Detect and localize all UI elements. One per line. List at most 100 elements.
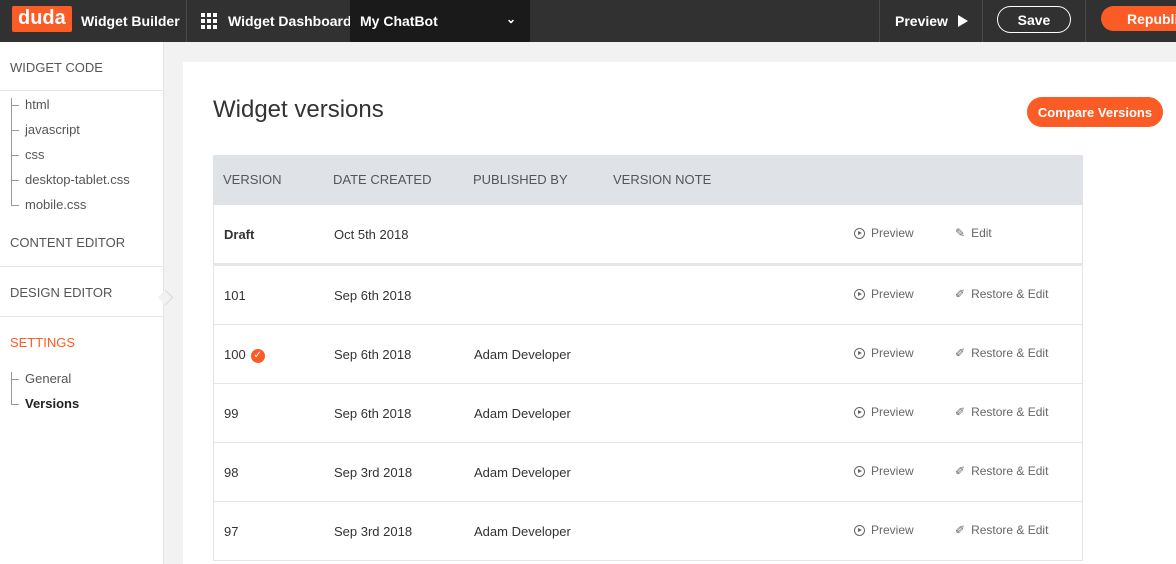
publisher-cell: Adam Developer [474,524,571,539]
edit-link[interactable]: ✎ Edit [955,226,992,240]
restore-edit-link[interactable]: ✐ Restore & Edit [955,405,1048,419]
date-cell: Sep 3rd 2018 [334,524,413,539]
restore-icon: ✐ [955,464,966,478]
restore-icon: ✐ [955,346,966,360]
preview-link[interactable]: Preview [854,226,914,240]
tree-tick [11,105,19,106]
sidebar-file-mobile-css[interactable]: mobile.css [25,197,86,212]
table-row: 100 ✓ Sep 6th 2018 Adam Developer Preview… [213,325,1083,384]
restore-icon: ✐ [955,523,966,537]
preview-link-label: Preview [871,405,914,419]
widget-selector-value: My ChatBot [360,13,438,29]
sidebar-file-html[interactable]: html [25,97,50,112]
preview-button[interactable]: Preview [895,0,968,42]
divider [982,0,983,42]
preview-link[interactable]: Preview [854,464,914,478]
table-row: 98 Sep 3rd 2018 Adam Developer Preview ✐… [213,443,1083,502]
sidebar-design-editor[interactable]: DESIGN EDITOR [10,285,112,300]
version-cell: 98 [224,465,239,480]
divider [879,0,880,42]
top-bar: duda Widget Builder Widget Dashboard My … [0,0,1176,42]
column-header-version: VERSION [223,172,282,187]
version-cell: 99 [224,406,239,421]
preview-link-label: Preview [871,287,914,301]
date-cell: Sep 6th 2018 [334,406,412,421]
restore-edit-link[interactable]: ✐ Restore & Edit [955,287,1048,301]
restore-edit-label: Restore & Edit [971,287,1049,301]
table-row: Draft Oct 5th 2018 Preview ✎ Edit [213,205,1083,266]
table-row: 101 Sep 6th 2018 Preview ✐ Restore & Edi… [213,266,1083,325]
restore-edit-label: Restore & Edit [971,464,1049,478]
published-check-icon: ✓ [250,348,265,363]
version-cell: 101 [224,288,246,303]
version-cell: 97 [224,524,239,539]
restore-edit-link[interactable]: ✐ Restore & Edit [955,523,1048,537]
widget-dashboard-link[interactable]: Widget Dashboard [201,0,352,42]
date-cell: Oct 5th 2018 [334,227,409,242]
sidebar-item-versions[interactable]: Versions [25,396,79,411]
preview-link[interactable]: Preview [854,287,914,301]
divider [1085,0,1086,42]
play-icon [957,15,968,27]
restore-icon: ✐ [955,405,966,419]
sidebar-file-css[interactable]: css [25,147,45,162]
preview-link[interactable]: Preview [854,346,914,360]
chevron-down-icon: ⌄ [506,12,517,26]
preview-link-label: Preview [871,226,914,240]
date-cell: Sep 6th 2018 [334,288,412,303]
sidebar-content-editor[interactable]: CONTENT EDITOR [10,235,125,250]
divider [0,90,163,91]
publisher-cell: Adam Developer [474,406,571,421]
restore-edit-label: Restore & Edit [971,405,1049,419]
play-circle-icon [854,465,865,477]
compare-versions-button[interactable]: Compare Versions [1027,97,1163,127]
app-name: Widget Builder [81,13,180,29]
tree-line [11,98,12,205]
tree-tick [11,130,19,131]
tree-tick [11,155,19,156]
restore-icon: ✐ [955,287,966,301]
play-circle-icon [854,406,865,418]
sidebar-settings[interactable]: SETTINGS [10,335,75,350]
table-row: 99 Sep 6th 2018 Adam Developer Preview ✐… [213,384,1083,443]
tree-tick [11,404,19,405]
preview-link-label: Preview [871,523,914,537]
play-circle-icon [854,288,865,300]
sidebar-widget-code[interactable]: WIDGET CODE [10,60,103,75]
column-header-version-note: VERSION NOTE [613,172,712,187]
divider [0,316,163,317]
sidebar-item-general[interactable]: General [25,371,71,386]
table-row: 97 Sep 3rd 2018 Adam Developer Preview ✐… [213,502,1083,561]
restore-edit-link[interactable]: ✐ Restore & Edit [955,346,1048,360]
grid-icon [201,13,217,29]
restore-edit-link[interactable]: ✐ Restore & Edit [955,464,1048,478]
republish-button[interactable]: Republish [1101,6,1176,31]
sidebar: WIDGET CODE html javascript css desktop-… [0,42,164,564]
tree-tick [11,180,19,181]
restore-edit-label: Restore & Edit [971,346,1049,360]
pencil-icon: ✎ [955,226,966,240]
widget-dashboard-label: Widget Dashboard [228,13,352,29]
sidebar-file-javascript[interactable]: javascript [25,122,80,137]
widget-selector[interactable]: My ChatBot ⌄ [350,0,530,42]
page-title: Widget versions [213,96,384,123]
restore-edit-label: Restore & Edit [971,523,1049,537]
divider [186,0,187,42]
sidebar-file-desktop-tablet-css[interactable]: desktop-tablet.css [25,172,130,187]
duda-logo[interactable]: duda [12,6,72,32]
table-header: VERSION DATE CREATED PUBLISHED BY VERSIO… [213,155,1083,205]
preview-link[interactable]: Preview [854,405,914,419]
version-cell: Draft [224,227,255,242]
preview-link[interactable]: Preview [854,523,914,537]
version-number: 100 [224,347,246,362]
save-button[interactable]: Save [997,6,1071,33]
tree-tick [11,379,19,380]
publisher-cell: Adam Developer [474,465,571,480]
preview-label: Preview [895,13,948,29]
column-header-date: DATE CREATED [333,172,432,187]
play-circle-icon [854,524,865,536]
tree-line [11,372,12,405]
column-header-published-by: PUBLISHED BY [473,172,568,187]
date-cell: Sep 3rd 2018 [334,465,413,480]
publisher-cell: Adam Developer [474,347,571,362]
